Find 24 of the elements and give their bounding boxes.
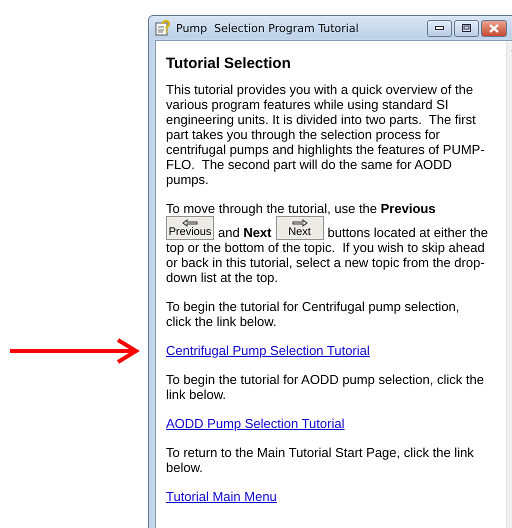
maximize-icon (462, 24, 471, 32)
paragraph: To begin the tutorial for AODD pump selection, click the link below. (166, 372, 485, 402)
tutorial-link[interactable]: AODD Pump Selection Tutorial (166, 416, 344, 431)
window-title: Pump Selection Program Tutorial (176, 22, 360, 34)
tutorial-link[interactable]: Centrifugal Pump Selection Tutorial (166, 343, 370, 358)
text: buttons located at either the (328, 225, 488, 240)
text: To move through the tutorial, use the Previous (166, 201, 437, 216)
minimize-icon (435, 26, 444, 30)
help-document-icon (155, 20, 171, 36)
minimize-button[interactable] (427, 20, 452, 36)
maximize-button[interactable] (454, 20, 479, 36)
close-button[interactable] (481, 20, 507, 36)
next-button[interactable]: Next (276, 216, 324, 240)
paragraph: To return to the Main Tutorial Start Page, click the link below. (166, 445, 475, 475)
tutorial-link[interactable]: Tutorial Main Menu (166, 489, 277, 504)
paragraph: This tutorial provides you with a quick overview of the various program features while using standard SI engineering units. It is divided into two parts. The first part takes you through the selection process for centrifugal pumps and highlights the features of PUMP-FLO. The second part will do the same for AODD pumps. (166, 82, 486, 187)
text: and Next (218, 225, 272, 240)
paragraph: To begin the tutorial for Centrifugal pump selection, click the link below. (166, 299, 460, 329)
right-arrow-icon (292, 218, 308, 226)
page-heading: Tutorial Selection (166, 55, 292, 72)
previous-button[interactable]: Previous (166, 216, 214, 240)
left-arrow-icon (182, 218, 198, 226)
text: top or the bottom of the topic. If you wish to skip ahead or back in this tutorial, select a new topic from the drop-down list at the top. (166, 240, 486, 285)
close-icon (489, 24, 499, 32)
